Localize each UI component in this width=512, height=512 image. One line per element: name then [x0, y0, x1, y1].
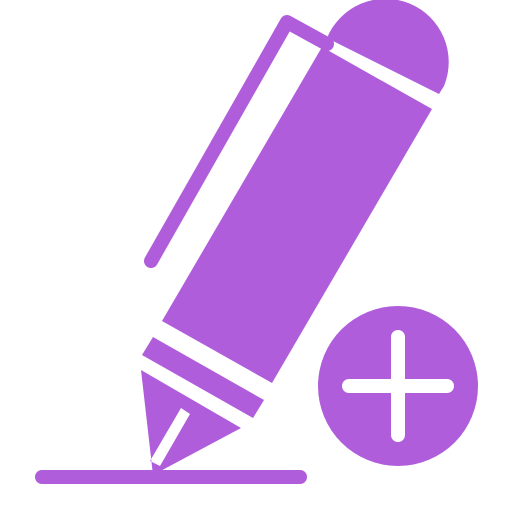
plus-circle-icon [318, 306, 478, 466]
add-pen-icon [35, 0, 478, 484]
icon-canvas [0, 0, 512, 512]
